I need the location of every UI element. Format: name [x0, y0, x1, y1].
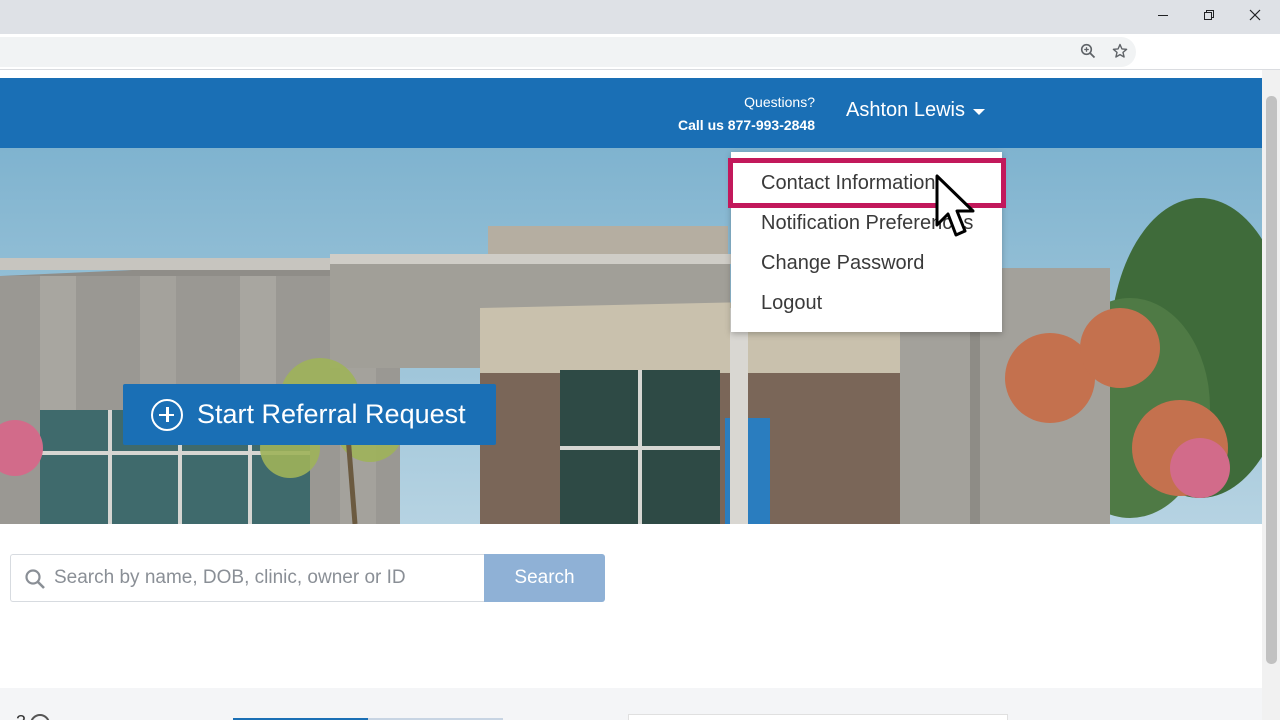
restore-icon[interactable]	[1186, 0, 1232, 30]
menu-item-notification-preferences[interactable]: Notification Preferences	[731, 203, 1002, 243]
questions-label: Questions?	[744, 94, 815, 110]
site-header: Questions? Call us 877-993-2848 Ashton L…	[0, 78, 1262, 148]
search-input[interactable]	[54, 555, 479, 601]
bookmark-star-icon[interactable]	[1109, 40, 1131, 62]
address-bar[interactable]	[0, 37, 1136, 67]
search-box	[10, 554, 486, 602]
phone-number[interactable]: Call us 877-993-2848	[678, 114, 815, 137]
page-scrollbar[interactable]	[1262, 70, 1280, 720]
search-icon	[25, 569, 45, 589]
browser-toolbar	[0, 34, 1280, 70]
hero-banner: Start Referral Request	[0, 148, 1262, 524]
page-viewport: Questions? Call us 877-993-2848 Ashton L…	[0, 70, 1262, 720]
summary-count: 3	[16, 712, 26, 720]
minimize-icon[interactable]	[1140, 0, 1186, 30]
support-contact: Questions? Call us 877-993-2848	[678, 91, 815, 137]
zoom-icon[interactable]	[1077, 40, 1099, 62]
menu-item-contact-information[interactable]: Contact Information	[731, 163, 1002, 203]
menu-item-change-password[interactable]: Change Password	[731, 243, 1002, 283]
clock-icon	[30, 714, 50, 720]
hero-building-image	[0, 148, 1262, 524]
user-dropdown-menu: Contact Information Notification Prefere…	[731, 152, 1002, 332]
browser-title-bar	[0, 0, 1280, 34]
menu-item-logout[interactable]: Logout	[731, 283, 1002, 323]
user-menu-toggle[interactable]: Ashton Lewis	[846, 99, 985, 122]
search-button[interactable]: Search	[484, 554, 605, 602]
user-name: Ashton Lewis	[846, 99, 965, 121]
scrollbar-thumb[interactable]	[1266, 96, 1277, 664]
plus-circle-icon	[151, 398, 183, 431]
start-referral-label: Start Referral Request	[197, 399, 466, 429]
caret-down-icon	[972, 108, 985, 115]
summary-card	[628, 714, 1008, 720]
start-referral-button[interactable]: Start Referral Request	[123, 384, 496, 445]
dashboard-summary-strip: 3	[0, 688, 1262, 720]
close-icon[interactable]	[1232, 0, 1278, 30]
